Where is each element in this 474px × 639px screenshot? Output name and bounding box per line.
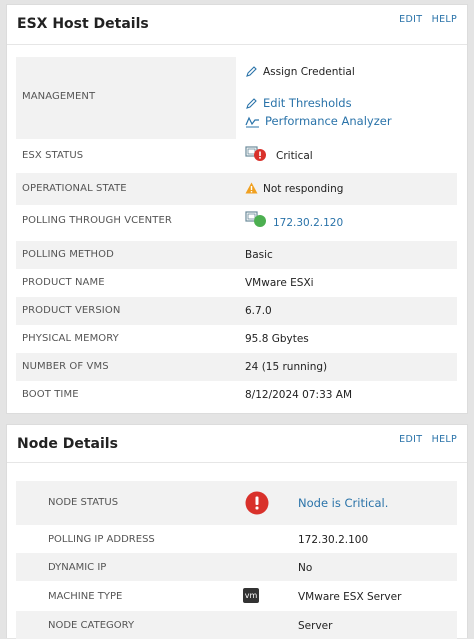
node-category-label: NODE CATEGORY xyxy=(48,620,135,631)
performance-analyzer-item[interactable]: Performance Analyzer xyxy=(245,114,392,128)
node-category-value: Server xyxy=(298,620,333,632)
esx-edit-link[interactable]: EDIT xyxy=(399,14,422,25)
warning-icon xyxy=(245,182,258,194)
esx-panel-header: ESX Host Details EDIT HELP xyxy=(7,5,467,45)
esx-host-details-panel: ESX Host Details EDIT HELP MANAGEMENT As… xyxy=(6,4,468,414)
node-status-label: NODE STATUS xyxy=(48,497,119,508)
operational-state-label: OPERATIONAL STATE xyxy=(22,183,127,194)
assign-credential-item[interactable]: Assign Credential xyxy=(245,65,355,78)
node-panel-title: Node Details xyxy=(17,436,118,452)
esx-panel-actions: EDIT HELP xyxy=(393,14,457,25)
number-of-vms-row: NUMBER OF VMS 24 (15 running) xyxy=(16,353,457,381)
pencil-icon xyxy=(246,97,257,109)
node-details-panel: Node Details EDIT HELP NODE STATUS Node … xyxy=(6,424,468,639)
boot-time-value: 8/12/2024 07:33 AM xyxy=(245,389,353,401)
machine-type-label: MACHINE TYPE xyxy=(48,591,123,602)
machine-type-row: MACHINE TYPE vm VMware ESX Server xyxy=(16,581,457,611)
node-category-row: NODE CATEGORY Server xyxy=(16,611,457,639)
physical-memory-label: PHYSICAL MEMORY xyxy=(22,333,119,344)
operational-state-value: Not responding xyxy=(263,183,344,195)
esx-status-row: ESX STATUS Critical xyxy=(16,139,457,173)
polling-ip-link[interactable]: 172.30.2.100 xyxy=(298,534,368,546)
esx-help-link[interactable]: HELP xyxy=(432,14,457,25)
boot-time-row: BOOT TIME 8/12/2024 07:33 AM xyxy=(16,381,457,409)
polling-method-row: POLLING METHOD Basic xyxy=(16,241,457,269)
product-version-label: PRODUCT VERSION xyxy=(22,305,121,316)
boot-time-label: BOOT TIME xyxy=(22,389,79,400)
node-status-row: NODE STATUS Node is Critical. xyxy=(16,481,457,525)
node-panel-actions: EDIT HELP xyxy=(393,434,457,445)
management-row: MANAGEMENT Assign Credential Edit Thresh… xyxy=(16,57,457,139)
polling-method-label: POLLING METHOD xyxy=(22,249,114,260)
polling-method-value: Basic xyxy=(245,249,273,261)
performance-chart-icon xyxy=(245,116,259,127)
pencil-icon xyxy=(246,66,257,77)
polling-vcenter-label: POLLING THROUGH VCENTER xyxy=(22,215,172,226)
dynamic-ip-label: DYNAMIC IP xyxy=(48,562,107,573)
polling-vcenter-link[interactable]: 172.30.2.120 xyxy=(273,217,343,229)
product-name-value: VMware ESXi xyxy=(245,277,314,289)
operational-state-row: OPERATIONAL STATE Not responding xyxy=(16,173,457,205)
esx-panel-title: ESX Host Details xyxy=(17,16,149,32)
physical-memory-row: PHYSICAL MEMORY 95.8 Gbytes xyxy=(16,325,457,353)
vcenter-up-icon xyxy=(245,211,266,227)
node-edit-link[interactable]: EDIT xyxy=(399,434,422,445)
dynamic-ip-row: DYNAMIC IP No xyxy=(16,553,457,581)
dynamic-ip-value: No xyxy=(298,562,313,574)
management-label: MANAGEMENT xyxy=(22,91,96,102)
product-name-label: PRODUCT NAME xyxy=(22,277,105,288)
esx-status-value: Critical xyxy=(276,150,313,162)
node-panel-header: Node Details EDIT HELP xyxy=(7,425,467,463)
product-version-value: 6.7.0 xyxy=(245,305,272,317)
polling-ip-label: POLLING IP ADDRESS xyxy=(48,534,155,545)
number-of-vms-value: 24 (15 running) xyxy=(245,361,328,373)
polling-ip-row: POLLING IP ADDRESS 172.30.2.100 xyxy=(16,525,457,553)
performance-analyzer-link[interactable]: Performance Analyzer xyxy=(265,114,392,128)
critical-status-icon xyxy=(245,491,269,515)
vmware-icon: vm xyxy=(243,588,259,603)
assign-credential-label: Assign Credential xyxy=(263,65,355,78)
node-status-link[interactable]: Node is Critical. xyxy=(298,496,388,510)
machine-type-value: VMware ESX Server xyxy=(298,591,402,603)
product-name-row: PRODUCT NAME VMware ESXi xyxy=(16,269,457,297)
polling-vcenter-row: POLLING THROUGH VCENTER 172.30.2.120 xyxy=(16,205,457,241)
number-of-vms-label: NUMBER OF VMS xyxy=(22,361,109,372)
esx-status-label: ESX STATUS xyxy=(22,150,84,161)
node-help-link[interactable]: HELP xyxy=(432,434,457,445)
edit-thresholds-link[interactable]: Edit Thresholds xyxy=(263,96,352,110)
host-critical-icon xyxy=(245,146,266,161)
physical-memory-value: 95.8 Gbytes xyxy=(245,333,309,345)
product-version-row: PRODUCT VERSION 6.7.0 xyxy=(16,297,457,325)
edit-thresholds-item[interactable]: Edit Thresholds xyxy=(245,96,352,110)
